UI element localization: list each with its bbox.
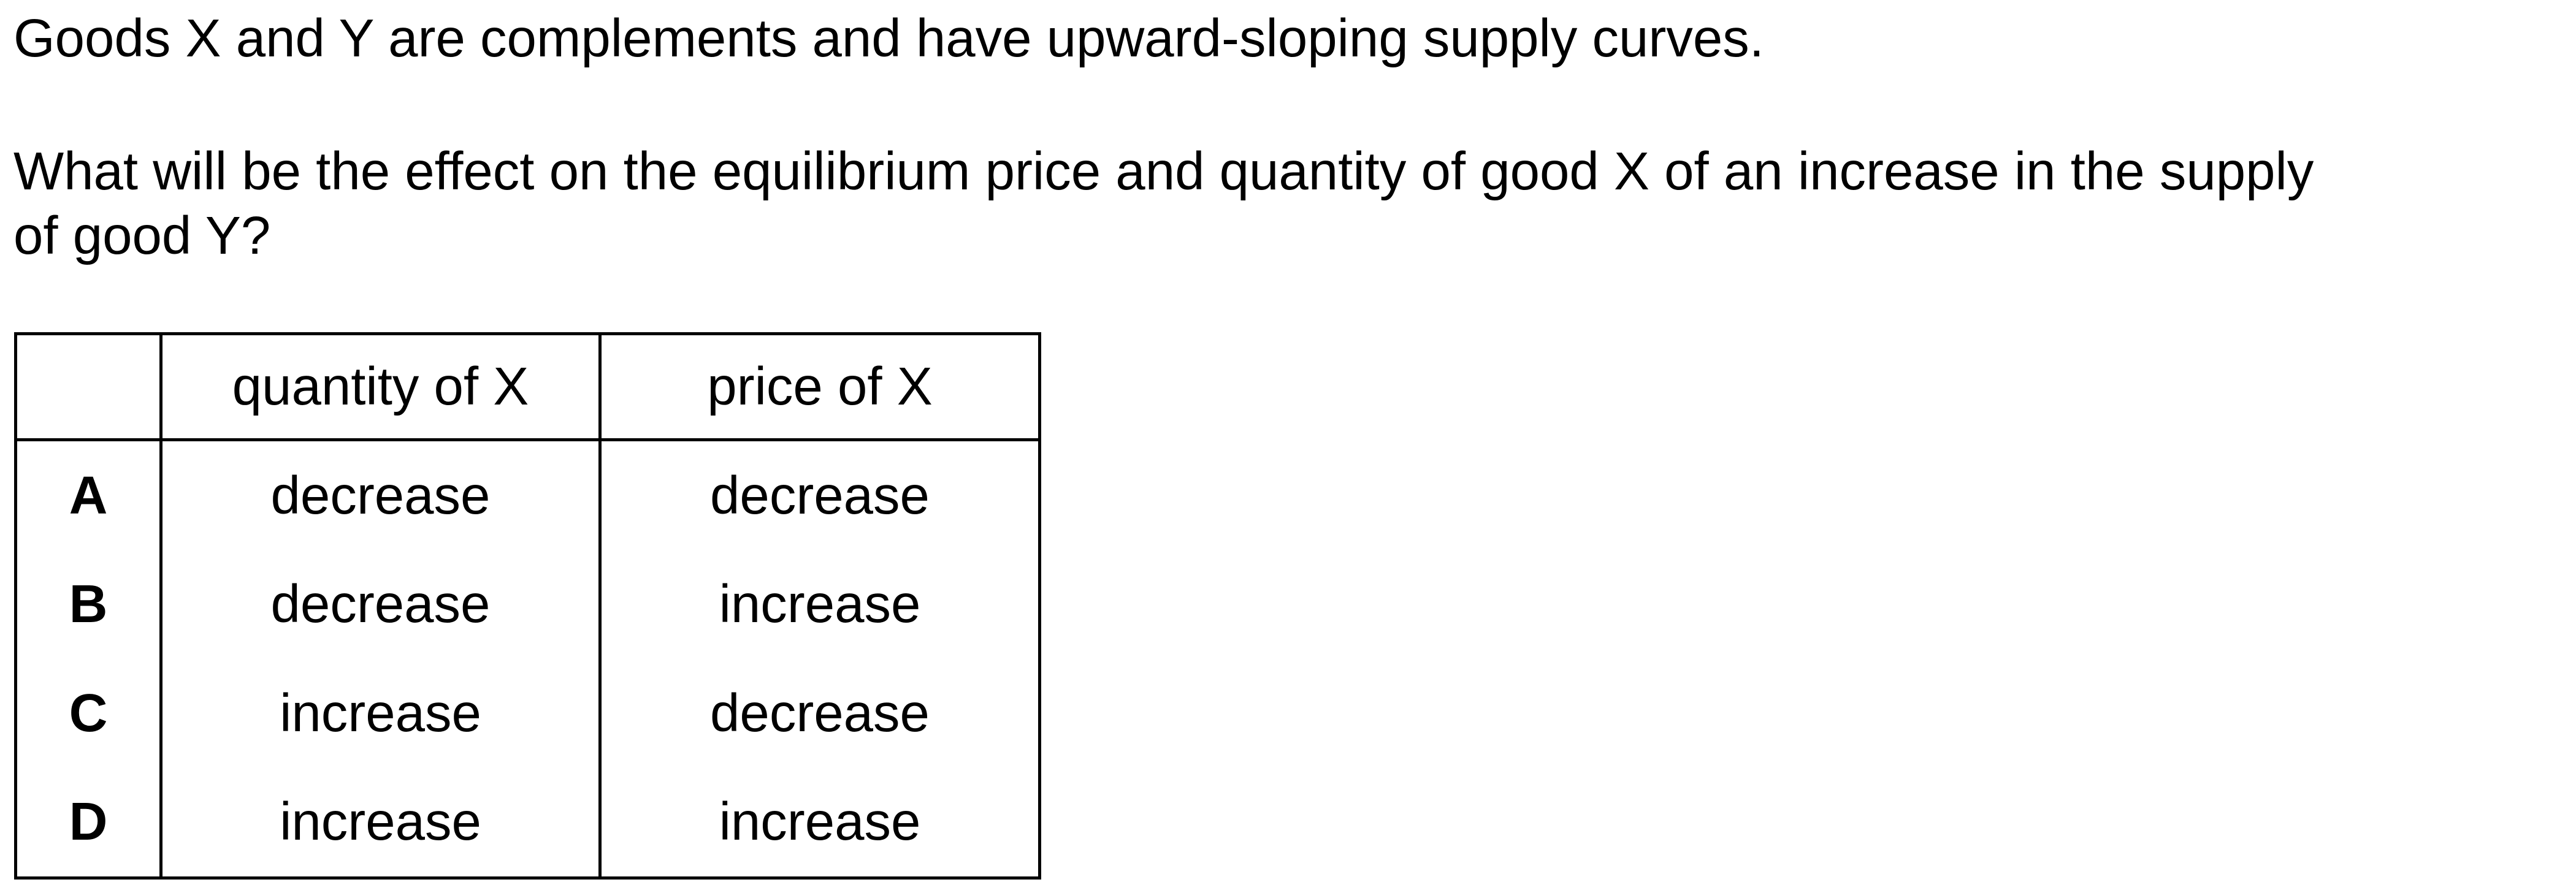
header-quantity-of-x: quantity of X (159, 332, 602, 441)
header-blank-cell (14, 332, 162, 441)
option-row-c[interactable]: C increase decrease (14, 658, 1041, 768)
option-row-b[interactable]: B decrease increase (14, 550, 1041, 659)
quantity-effect: increase (159, 658, 602, 768)
quantity-effect: decrease (159, 550, 602, 659)
quantity-effect: decrease (159, 439, 602, 550)
option-letter: A (14, 439, 162, 550)
question-line-1: What will be the effect on the equilibri… (13, 142, 2314, 201)
intro-text: Goods X and Y are complements and have u… (13, 9, 1764, 68)
option-letter: B (14, 550, 162, 659)
price-effect: increase (598, 550, 1041, 659)
quantity-effect: increase (159, 767, 602, 880)
option-row-d[interactable]: D increase increase (14, 767, 1041, 880)
price-effect: increase (598, 767, 1041, 880)
price-effect: decrease (598, 439, 1041, 550)
options-table: quantity of X price of X A decrease decr… (14, 332, 1041, 880)
question-text: What will be the effect on the equilibri… (13, 139, 2314, 268)
header-price-of-x: price of X (598, 332, 1041, 441)
option-letter: D (14, 767, 162, 880)
table-header-row: quantity of X price of X (14, 332, 1041, 441)
question-line-2: of good Y? (13, 206, 271, 265)
option-letter: C (14, 658, 162, 768)
price-effect: decrease (598, 658, 1041, 768)
option-row-a[interactable]: A decrease decrease (14, 439, 1041, 550)
